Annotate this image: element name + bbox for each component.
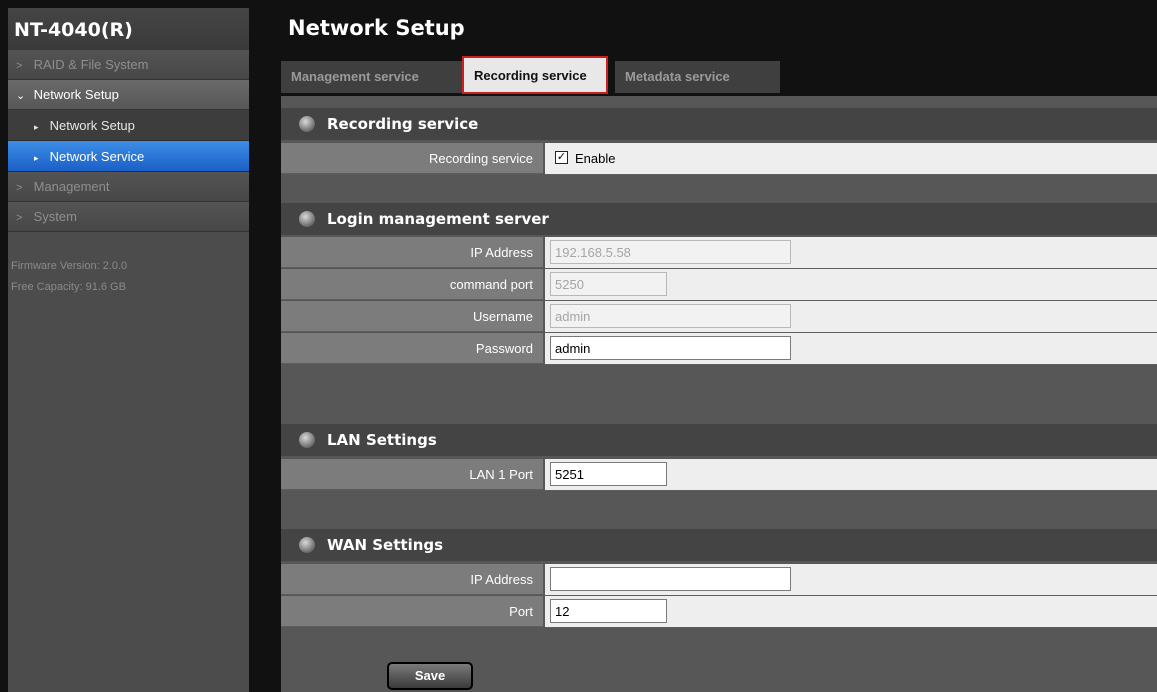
menu-item-label: RAID & File System [33, 57, 149, 72]
login-ip-address-input[interactable] [550, 240, 791, 264]
settings-panel: Recording service Recording service ✓ En… [281, 96, 1157, 692]
form-row-login-ip: IP Address [281, 237, 1157, 269]
form-row-wan-port: Port [281, 596, 1157, 628]
section-header-wan-settings: WAN Settings [281, 529, 1157, 561]
form-row-username: Username [281, 301, 1157, 333]
chevron-down-icon: ⌄ [16, 90, 26, 102]
form-row-password: Password [281, 333, 1157, 365]
section-header-recording-service: Recording service [281, 108, 1157, 140]
submenu-item-label: Network Service [49, 149, 145, 164]
submenu-item-network-setup[interactable]: ▸ Network Setup [8, 110, 249, 141]
field-value [545, 596, 1157, 628]
field-label: Recording service [281, 143, 543, 174]
field-label: Password [281, 333, 543, 364]
enable-checkbox[interactable]: ✓ [555, 151, 568, 164]
field-value [545, 301, 1157, 333]
section-title: WAN Settings [327, 536, 444, 554]
wan-ip-address-input[interactable] [550, 567, 791, 591]
field-label: command port [281, 269, 543, 300]
field-value [545, 333, 1157, 365]
username-input[interactable] [550, 304, 791, 328]
firmware-version: Firmware Version: 2.0.0 [11, 260, 128, 272]
field-value [545, 269, 1157, 301]
menu-item-network-setup[interactable]: ⌄ Network Setup [8, 80, 249, 110]
free-capacity: Free Capacity: 91.6 GB [11, 281, 126, 293]
section-title: LAN Settings [327, 431, 437, 449]
command-port-input[interactable] [550, 272, 667, 296]
bullet-disc-icon [299, 116, 315, 132]
chevron-right-icon: > [16, 212, 23, 224]
enable-checkbox-label[interactable]: Enable [575, 143, 615, 174]
bullet-icon: ▸ [34, 153, 39, 163]
menu-item-label: System [33, 209, 77, 224]
device-title: NT-4040(R) [8, 8, 249, 50]
field-label: IP Address [281, 237, 543, 268]
menu-item-label: Management [33, 179, 110, 194]
bullet-disc-icon [299, 211, 315, 227]
wan-port-input[interactable] [550, 599, 667, 623]
field-label: Username [281, 301, 543, 332]
tab-metadata-service[interactable]: Metadata service [615, 61, 780, 93]
save-button[interactable]: Save [387, 662, 473, 690]
bullet-disc-icon [299, 537, 315, 553]
menu-item-label: Network Setup [33, 87, 119, 102]
lan1-port-input[interactable] [550, 462, 667, 486]
form-row-recording-enable: Recording service ✓ Enable [281, 143, 1157, 175]
field-label: LAN 1 Port [281, 459, 543, 490]
field-value [545, 564, 1157, 596]
menu-item-raid-file-system[interactable]: > RAID & File System [8, 50, 249, 80]
password-input[interactable] [550, 336, 791, 360]
tab-recording-service[interactable]: Recording service [462, 56, 608, 94]
bullet-icon: ▸ [34, 122, 39, 132]
menu-item-management[interactable]: > Management [8, 172, 249, 202]
chevron-right-icon: > [16, 182, 23, 194]
device-info: Firmware Version: 2.0.0 Free Capacity: 9… [8, 232, 249, 298]
main-content: Network Setup Management service Recordi… [257, 8, 1157, 692]
submenu-item-label: Network Setup [49, 118, 135, 133]
bullet-disc-icon [299, 432, 315, 448]
sidebar: NT-4040(R) > RAID & File System ⌄ Networ… [8, 8, 249, 692]
section-header-login-management-server: Login management server [281, 203, 1157, 235]
field-value: ✓ Enable [545, 143, 1157, 175]
section-header-lan-settings: LAN Settings [281, 424, 1157, 456]
submenu-item-network-service[interactable]: ▸ Network Service [8, 141, 249, 172]
chevron-right-icon: > [16, 60, 23, 72]
field-label: Port [281, 596, 543, 627]
field-value [545, 237, 1157, 269]
field-label: IP Address [281, 564, 543, 595]
form-row-wan-ip: IP Address [281, 564, 1157, 596]
section-title: Recording service [327, 115, 479, 133]
tab-management-service[interactable]: Management service [281, 61, 473, 93]
field-value [545, 459, 1157, 491]
form-row-lan1-port: LAN 1 Port [281, 459, 1157, 491]
page-title: Network Setup [288, 16, 465, 40]
section-title: Login management server [327, 210, 549, 228]
menu-item-system[interactable]: > System [8, 202, 249, 232]
form-row-command-port: command port [281, 269, 1157, 301]
